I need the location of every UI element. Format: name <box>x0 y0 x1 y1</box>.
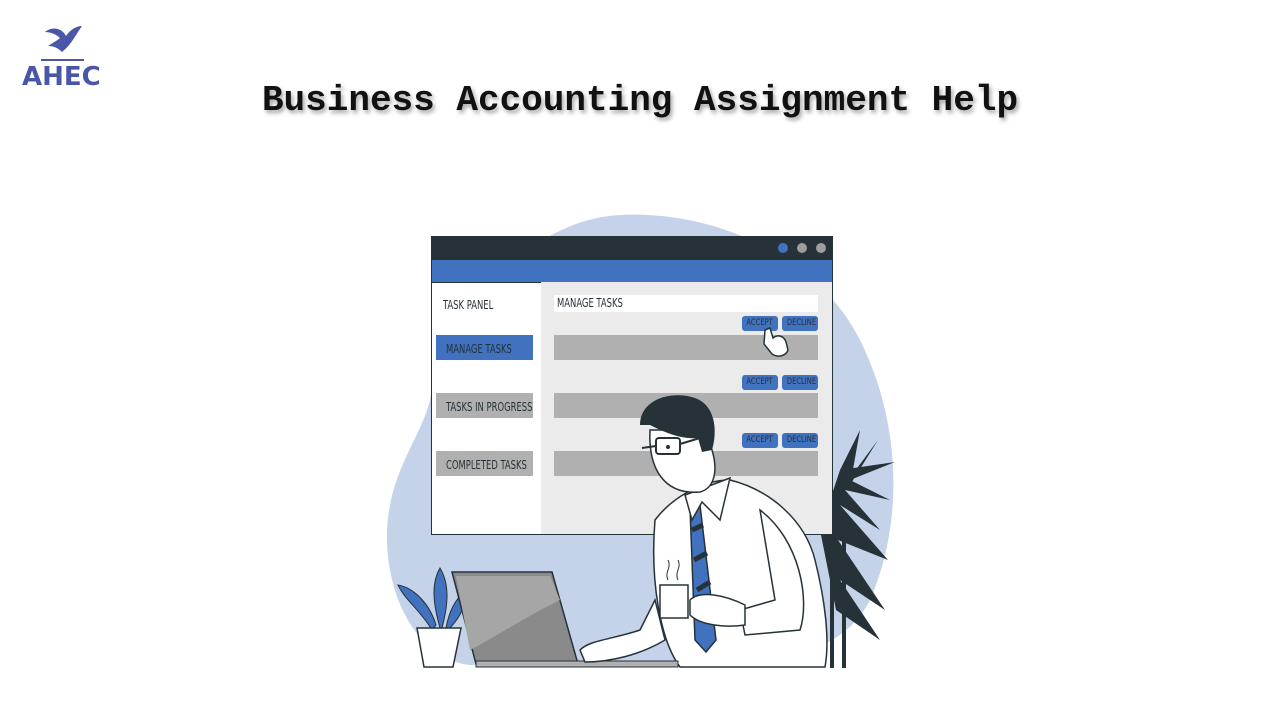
laptop <box>451 571 679 668</box>
coffee-mug <box>659 584 689 619</box>
person-illustration <box>451 326 828 668</box>
pointer-hand-icon <box>763 326 789 357</box>
